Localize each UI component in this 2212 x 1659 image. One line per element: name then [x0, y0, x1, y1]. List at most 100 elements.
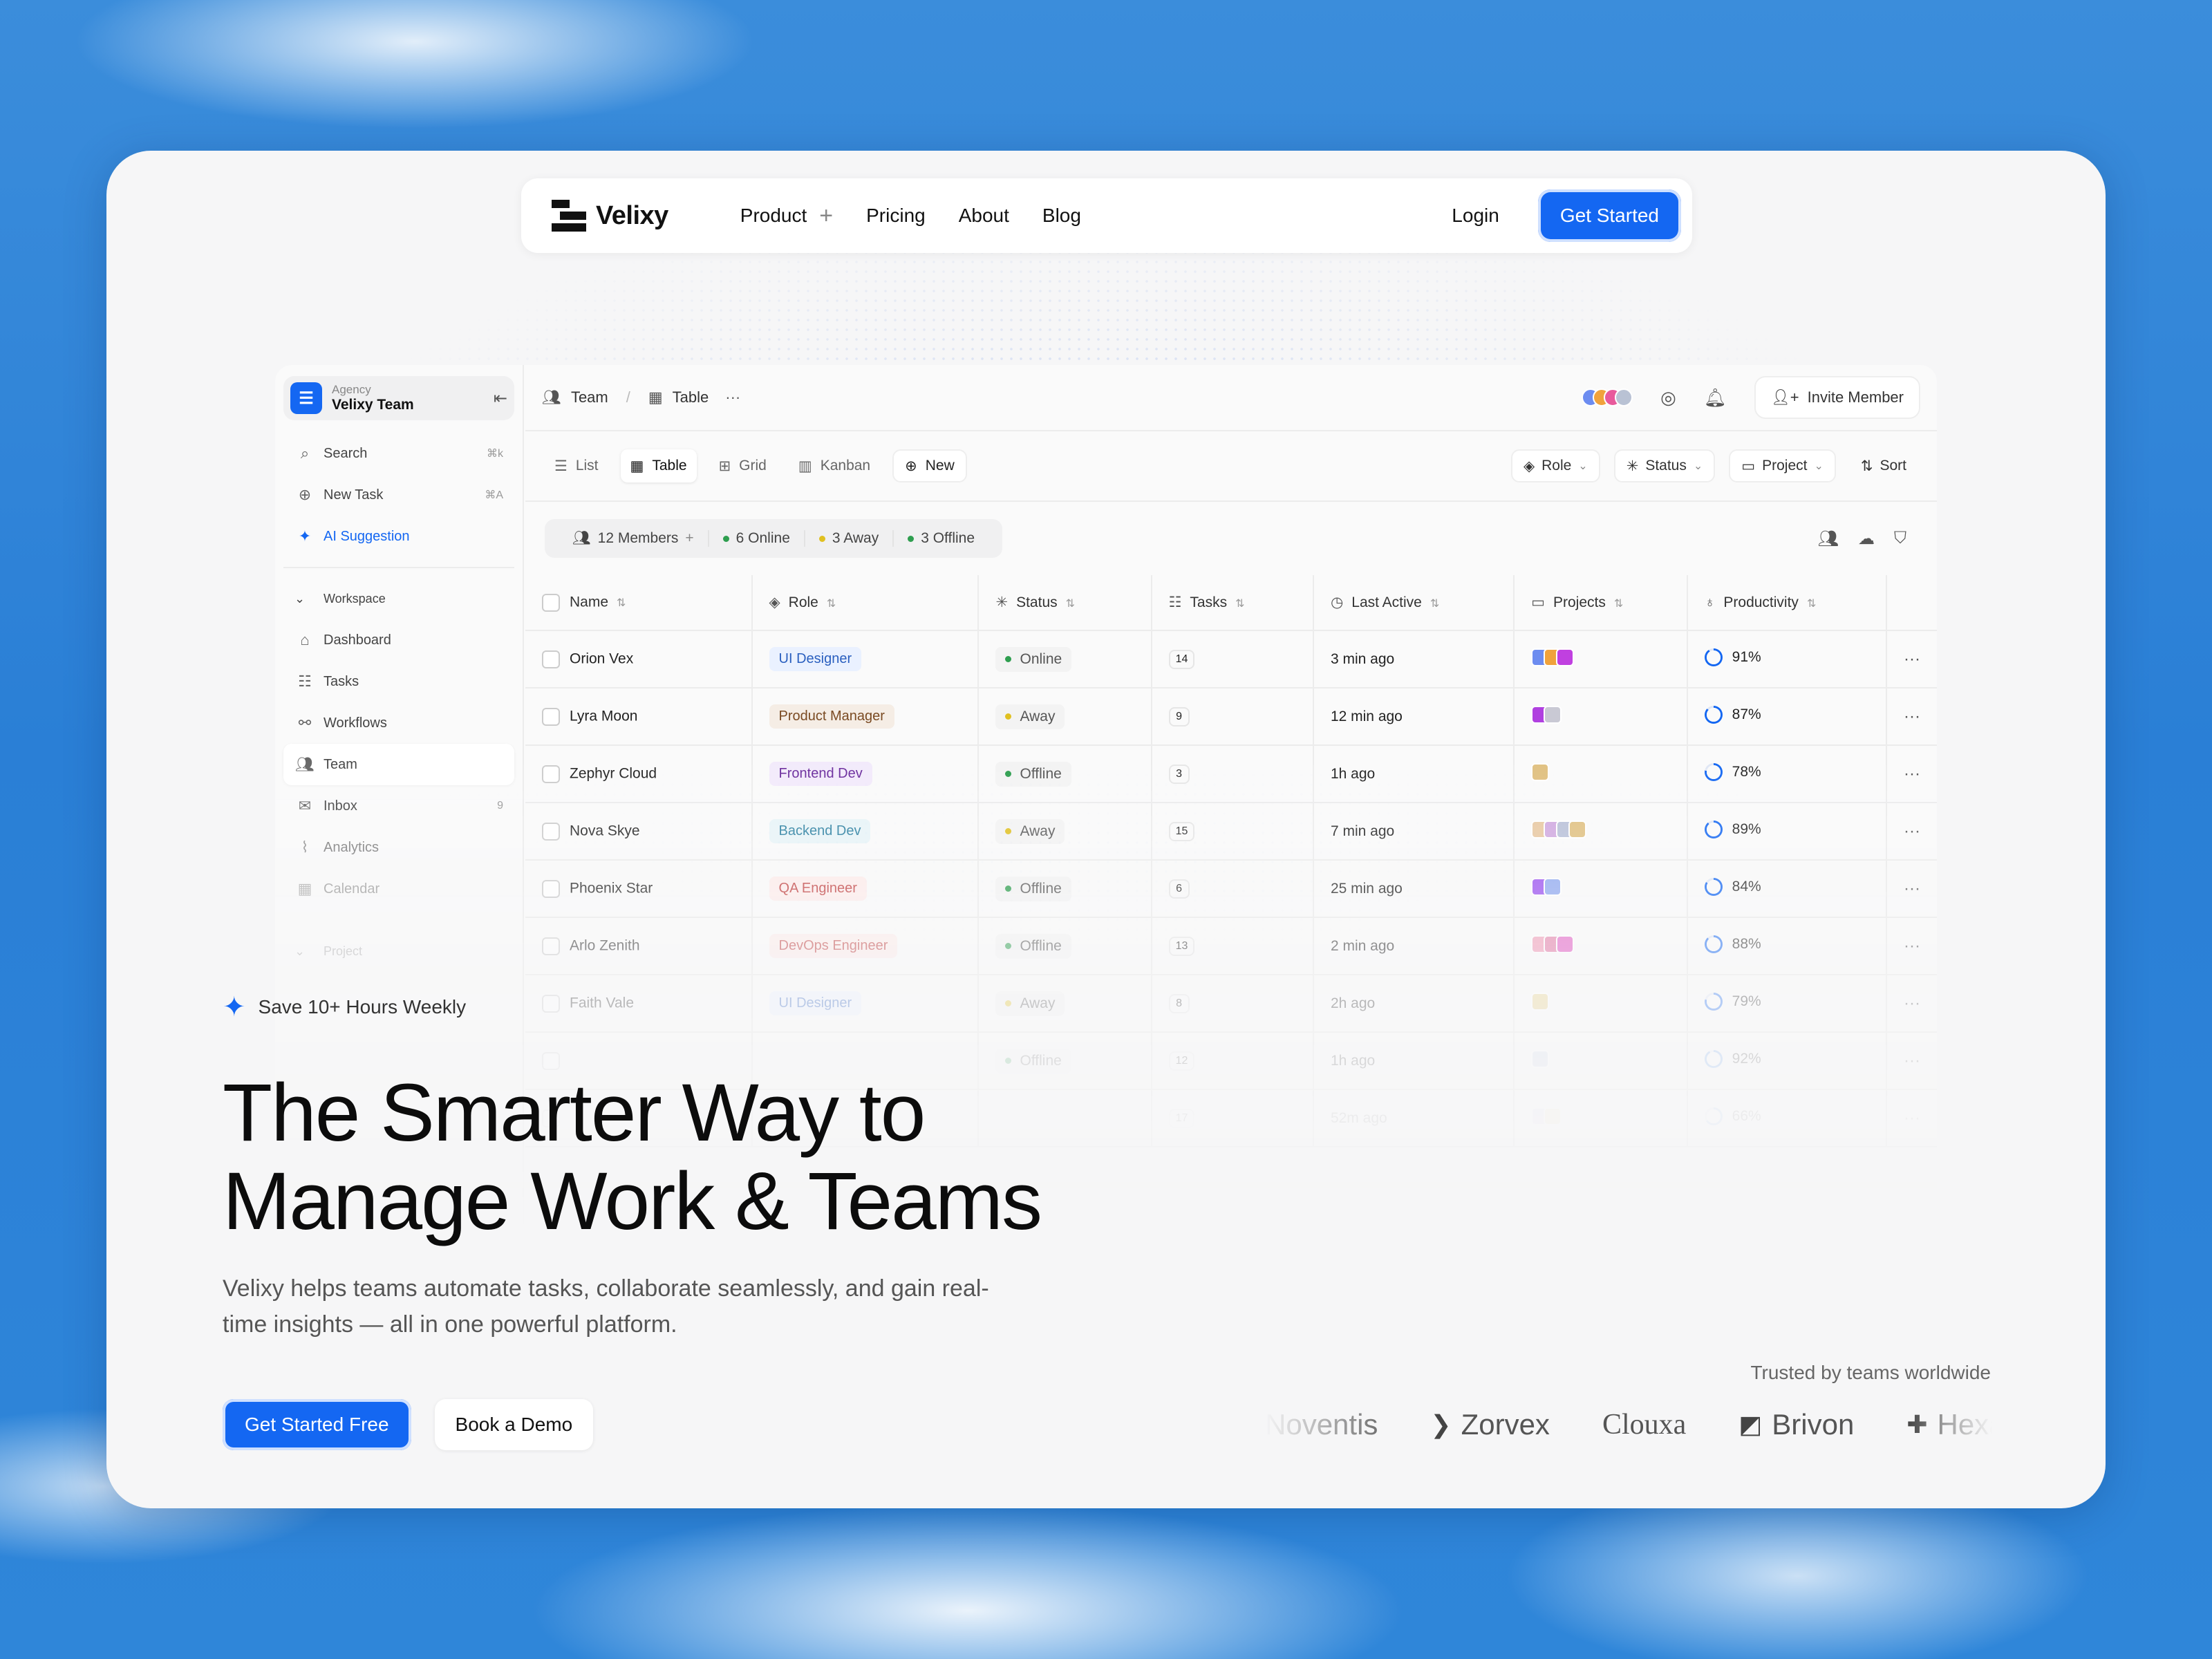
row-more-icon[interactable]: ···: [1886, 1032, 1937, 1090]
row-more-icon[interactable]: ···: [1886, 630, 1937, 688]
collapse-sidebar-icon[interactable]: ⇤: [494, 388, 507, 409]
sidebar-item-team[interactable]: 👥︎ Team: [283, 744, 514, 785]
add-member-icon[interactable]: +: [685, 530, 693, 547]
plus-icon[interactable]: +: [819, 203, 833, 229]
nav-link-blog[interactable]: Blog: [1042, 205, 1081, 227]
sort-icon[interactable]: ⇅: [1807, 598, 1816, 610]
table-row[interactable]: Lyra Moon Product Manager Away 9 12 min ago 8…: [525, 688, 1937, 746]
project-chip[interactable]: [1544, 1107, 1562, 1125]
more-icon[interactable]: ···: [725, 388, 740, 406]
avatar-stack[interactable]: [1582, 388, 1633, 406]
sort-icon[interactable]: ⇅: [827, 598, 836, 610]
sort-icon[interactable]: ⇅: [1430, 598, 1439, 610]
members-count[interactable]: 👥︎ 12 Members +: [559, 530, 709, 547]
filter-status[interactable]: ✳ Status ⌄: [1613, 449, 1716, 482]
row-more-icon[interactable]: ···: [1886, 803, 1937, 861]
column-name[interactable]: Name ⇅: [525, 575, 753, 631]
globe-icon[interactable]: ◎: [1660, 387, 1676, 409]
sidebar-item-ai-suggestion[interactable]: ✦ AI Suggestion: [283, 516, 514, 557]
book-demo-button[interactable]: Book a Demo: [434, 1399, 594, 1450]
project-chip[interactable]: [1556, 935, 1575, 953]
row-more-icon[interactable]: ···: [1886, 688, 1937, 746]
row-more-icon[interactable]: ···: [1886, 745, 1937, 803]
get-started-free-button[interactable]: Get Started Free: [223, 1399, 411, 1450]
status-text: Offline: [1020, 880, 1062, 897]
filter-project[interactable]: ▭ Project ⌄: [1729, 449, 1836, 482]
select-all-checkbox[interactable]: [542, 593, 560, 612]
row-checkbox[interactable]: [542, 879, 560, 898]
sidebar-item-workflows[interactable]: ⚯ Workflows: [283, 702, 514, 744]
row-more-icon[interactable]: ···: [1886, 975, 1937, 1033]
sidebar-item-calendar[interactable]: ▦ Calendar: [283, 868, 514, 910]
sort-button[interactable]: ⇅ Sort: [1850, 449, 1918, 482]
row-checkbox[interactable]: [542, 822, 560, 841]
column-status[interactable]: ✳ Status ⇅: [978, 575, 1152, 631]
project-chip[interactable]: [1544, 877, 1562, 896]
tab-grid[interactable]: ⊞ Grid: [709, 449, 776, 482]
table-row[interactable]: Phoenix Star QA Engineer Offline 6 25 min ag…: [525, 860, 1937, 918]
sidebar-item-analytics[interactable]: ⌇ Analytics: [283, 827, 514, 868]
project-chip[interactable]: [1531, 992, 1550, 1011]
table-row[interactable]: Zephyr Cloud Frontend Dev Offline 3 1h ago 78…: [525, 745, 1937, 803]
sort-icon[interactable]: ⇅: [617, 597, 626, 609]
breadcrumb-table[interactable]: Table: [673, 388, 709, 406]
row-checkbox[interactable]: [542, 707, 560, 726]
sort-icon[interactable]: ⇅: [1235, 598, 1244, 610]
project-chip[interactable]: [1556, 648, 1575, 666]
table-row[interactable]: Nova Skye Backend Dev Away 15 7 min ago 89% ··…: [525, 803, 1937, 861]
org-type: Agency: [332, 383, 371, 396]
row-more-icon[interactable]: ···: [1886, 860, 1937, 918]
table-row[interactable]: Orion Vex UI Designer Online 14 3 min ago 91%…: [525, 630, 1937, 688]
role-tag[interactable]: UI Designer: [769, 647, 862, 671]
project-chip[interactable]: [1531, 1049, 1550, 1068]
sidebar-item-inbox[interactable]: ✉ Inbox 9: [283, 785, 514, 827]
shield-icon[interactable]: ⛉: [1894, 529, 1906, 549]
row-checkbox[interactable]: [542, 765, 560, 783]
sidebar-item-search[interactable]: ⌕ Search ⌘k: [283, 433, 514, 474]
role-tag[interactable]: Frontend Dev: [769, 762, 872, 786]
get-started-button[interactable]: Get Started: [1537, 189, 1681, 242]
new-view-button[interactable]: ⊕ New: [892, 449, 967, 482]
column-productivity[interactable]: ♁ Productivity ⇅: [1687, 575, 1887, 631]
row-more-icon[interactable]: ···: [1886, 917, 1937, 975]
search-icon: ⌕: [300, 444, 310, 462]
role-tag[interactable]: Backend Dev: [769, 819, 871, 843]
nav-link-product[interactable]: Product: [740, 205, 807, 227]
tab-table[interactable]: ▦ Table: [620, 449, 697, 482]
cell-projects: [1514, 630, 1688, 688]
sort-icon[interactable]: ⇅: [1614, 598, 1623, 610]
row-checkbox[interactable]: [542, 937, 560, 955]
row-more-icon[interactable]: ···: [1886, 1089, 1937, 1147]
login-link[interactable]: Login: [1452, 205, 1499, 227]
row-checkbox[interactable]: [542, 650, 560, 668]
workspace-section-toggle[interactable]: ⌄ Workspace: [283, 578, 514, 619]
column-last-active[interactable]: ◷ Last Active ⇅: [1313, 575, 1515, 631]
table-row[interactable]: Arlo Zenith DevOps Engineer Offline 13 2 min…: [525, 917, 1937, 975]
workspace-switcher[interactable]: ☰ Agency Velixy Team ⇤: [283, 376, 514, 420]
sort-icon[interactable]: ⇅: [1066, 598, 1075, 610]
column-projects[interactable]: ▭ Projects ⇅: [1514, 575, 1688, 631]
bell-icon[interactable]: 🔔︎: [1704, 387, 1727, 409]
tab-kanban[interactable]: ▥ Kanban: [789, 449, 880, 482]
project-chip[interactable]: [1544, 705, 1562, 724]
nav-link-about[interactable]: About: [959, 205, 1009, 227]
nav-link-pricing[interactable]: Pricing: [866, 205, 926, 227]
filter-role[interactable]: ◈ Role ⌄: [1510, 449, 1600, 482]
sidebar-item-dashboard[interactable]: ⌂ Dashboard: [283, 619, 514, 661]
role-tag[interactable]: Product Manager: [769, 704, 894, 729]
breadcrumb-team[interactable]: Team: [571, 388, 608, 406]
sidebar-item-tasks[interactable]: ☷ Tasks: [283, 661, 514, 702]
sidebar-item-new-task[interactable]: ⊕ New Task ⌘A: [283, 474, 514, 516]
column-role[interactable]: ◈ Role ⇅: [751, 575, 980, 631]
team-icon[interactable]: 👥︎: [1818, 529, 1839, 549]
column-tasks[interactable]: ☷ Tasks ⇅: [1151, 575, 1314, 631]
project-chip[interactable]: [1568, 820, 1587, 838]
role-tag[interactable]: QA Engineer: [769, 877, 867, 901]
brand-logo[interactable]: Velixy: [552, 200, 668, 232]
role-tag[interactable]: DevOps Engineer: [769, 934, 898, 958]
tab-list[interactable]: ☰ List: [545, 449, 608, 482]
project-section-toggle[interactable]: ⌄ Project: [283, 930, 514, 972]
invite-member-button[interactable]: 👤︎+ Invite Member: [1754, 376, 1920, 419]
project-chip[interactable]: [1531, 762, 1550, 781]
cloud-icon[interactable]: ☁︎: [1858, 529, 1875, 549]
